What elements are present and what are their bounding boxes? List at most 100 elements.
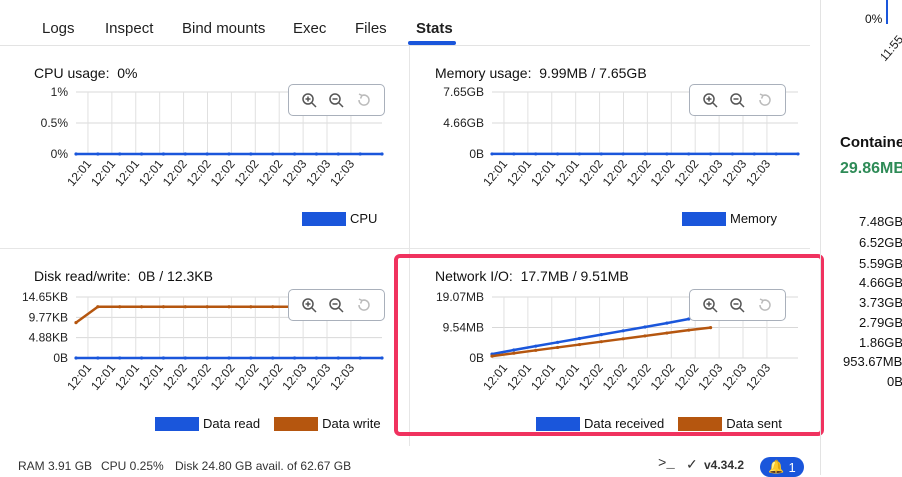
- legend-item[interactable]: Data sent: [678, 416, 782, 431]
- x-tick-label: 12:02: [232, 157, 262, 189]
- reset-zoom-icon[interactable]: [754, 89, 776, 111]
- right-tick: 0B: [887, 374, 902, 389]
- network-value: 17.7MB / 9.51MB: [520, 268, 629, 284]
- legend-item[interactable]: Data received: [536, 416, 664, 431]
- data-point: [205, 152, 209, 156]
- zoom-in-icon[interactable]: [699, 89, 721, 111]
- x-tick-label: 12:01: [136, 361, 166, 393]
- data-point: [96, 356, 100, 360]
- tab-stats[interactable]: Stats: [416, 20, 453, 37]
- x-tick-label: 12:02: [600, 157, 630, 189]
- x-tick-label: 12:02: [208, 157, 238, 189]
- y-tick-label: 1%: [51, 85, 69, 99]
- legend-item[interactable]: Data write: [274, 416, 381, 431]
- x-tick-label: 12:01: [112, 361, 142, 393]
- data-point: [183, 152, 187, 156]
- right-top-value: 0%: [865, 12, 883, 26]
- zoom-in-icon[interactable]: [699, 294, 721, 316]
- tab-inspect[interactable]: Inspect: [105, 20, 153, 37]
- data-point: [227, 356, 231, 360]
- legend-swatch: [536, 416, 580, 431]
- tab-exec[interactable]: Exec: [293, 20, 326, 37]
- data-point: [643, 334, 647, 338]
- data-point: [687, 152, 691, 156]
- data-point: [336, 152, 340, 156]
- cpu-legend: CPU: [302, 211, 391, 226]
- x-tick-label: 12:01: [528, 361, 558, 393]
- notifications-button[interactable]: 🔔 1: [760, 457, 804, 477]
- x-tick-label: 12:01: [504, 361, 534, 393]
- x-tick-label: 12:03: [303, 157, 333, 189]
- memory-zoom-controls: [689, 84, 786, 116]
- zoom-out-icon[interactable]: [726, 294, 748, 316]
- x-tick-label: 12:03: [743, 361, 773, 393]
- version-label: v4.34.2: [704, 458, 745, 472]
- data-point: [292, 152, 297, 156]
- data-point: [314, 356, 319, 360]
- x-tick-label: 12:02: [624, 361, 654, 393]
- data-point: [314, 152, 319, 156]
- y-tick-label: 0B: [469, 351, 484, 365]
- y-tick-label: 0.5%: [41, 116, 69, 130]
- x-tick-label: 12:03: [743, 157, 773, 189]
- right-tick: 953.67MB: [843, 354, 902, 369]
- data-point: [96, 305, 100, 309]
- data-point: [249, 152, 253, 156]
- data-point: [534, 348, 538, 352]
- right-tick: 5.59GB: [859, 256, 902, 271]
- data-point: [139, 356, 144, 360]
- data-point: [96, 152, 100, 156]
- network-zoom-controls: [689, 289, 786, 321]
- terminal-icon[interactable]: >_: [658, 456, 675, 472]
- cpu-panel-title: CPU usage: 0%: [34, 65, 138, 81]
- y-tick-label: 9.54MB: [443, 321, 484, 335]
- x-tick-label: 12:03: [279, 157, 309, 189]
- legend-swatch: [155, 416, 199, 431]
- x-tick-label: 12:02: [160, 157, 190, 189]
- data-point: [161, 305, 166, 309]
- x-tick-label: 12:02: [208, 361, 238, 393]
- reset-zoom-icon[interactable]: [353, 89, 375, 111]
- reset-zoom-icon[interactable]: [353, 294, 375, 316]
- x-tick-label: 12:03: [327, 361, 357, 393]
- data-point: [292, 356, 297, 360]
- data-point: [227, 305, 231, 309]
- tab-logs[interactable]: Logs: [42, 20, 75, 37]
- legend-swatch: [274, 416, 319, 431]
- y-tick-label: 14.65KB: [22, 290, 68, 304]
- data-point: [74, 356, 78, 360]
- x-tick-label: 12:01: [552, 361, 582, 393]
- right-tick: 4.66GB: [859, 275, 902, 290]
- tab-files[interactable]: Files: [355, 20, 387, 37]
- legend-item[interactable]: CPU: [302, 211, 377, 226]
- zoom-out-icon[interactable]: [325, 294, 347, 316]
- data-point: [708, 152, 713, 156]
- x-tick-label: 12:02: [184, 157, 214, 189]
- disk-zoom-controls: [288, 289, 385, 321]
- zoom-out-icon[interactable]: [325, 89, 347, 111]
- zoom-in-icon[interactable]: [298, 294, 320, 316]
- right-tick: 3.73GB: [859, 295, 902, 310]
- data-point: [665, 321, 669, 325]
- tab-bind-mounts[interactable]: Bind mounts: [182, 20, 265, 37]
- reset-zoom-icon[interactable]: [754, 294, 776, 316]
- cpu-value: 0%: [117, 65, 138, 81]
- data-point: [512, 152, 516, 156]
- zoom-out-icon[interactable]: [726, 89, 748, 111]
- x-tick-label: 12:01: [88, 361, 118, 393]
- right-mini-chart: 11:55: [881, 0, 902, 64]
- data-point: [271, 305, 275, 309]
- legend-item[interactable]: Data read: [155, 416, 260, 431]
- zoom-in-icon[interactable]: [298, 89, 320, 111]
- right-tick: 2.79GB: [859, 315, 902, 330]
- legend-swatch: [682, 211, 726, 226]
- disk-panel-title: Disk read/write: 0B / 12.3KB: [34, 268, 213, 284]
- right-panel: 0% 11:55 Containe 29.86MB 7.48GB 6.52GB …: [820, 0, 902, 475]
- data-point: [534, 152, 538, 156]
- data-point: [577, 336, 582, 341]
- x-tick-label: 12:02: [671, 361, 701, 393]
- data-point: [752, 152, 756, 156]
- data-point: [643, 325, 647, 329]
- legend-item[interactable]: Memory: [682, 211, 777, 226]
- data-point: [74, 152, 78, 156]
